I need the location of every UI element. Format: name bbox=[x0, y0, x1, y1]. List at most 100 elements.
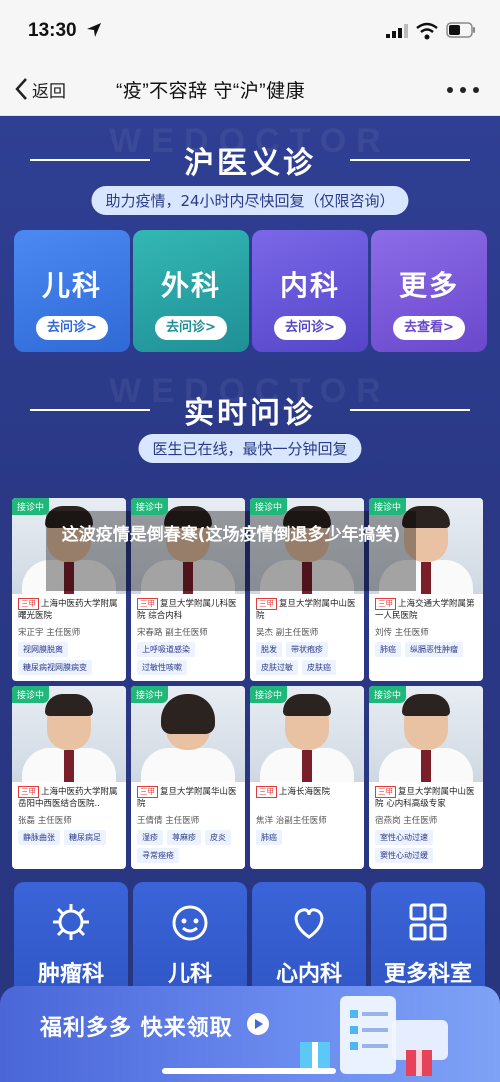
specialty-chips: 湿疹 荨麻疹 皮炎寻常痤疮 bbox=[137, 830, 241, 863]
hospital-name: 三甲 复旦大学附属儿科医院 综合内科 bbox=[137, 598, 241, 622]
back-label: 返回 bbox=[32, 81, 66, 102]
specialty-chip[interactable]: 糖尿病视网膜病变 bbox=[18, 660, 92, 675]
hospital-name: 三甲 复旦大学附属中山医院 bbox=[256, 598, 360, 622]
specialty-chip[interactable]: 湿疹 bbox=[137, 830, 163, 845]
doctor-name: 吴杰 副主任医师 bbox=[256, 628, 319, 638]
category-name: 肿瘤科 bbox=[37, 962, 104, 987]
caption-overlay: 这波疫情是倒春寒(这场疫情倒退多少年搞笑) bbox=[46, 511, 416, 591]
dept-name: 儿科 bbox=[41, 269, 102, 302]
heart-icon bbox=[294, 908, 324, 939]
specialty-chips: 肺癌 bbox=[256, 830, 360, 845]
doctor-photo: 接诊中 bbox=[250, 686, 364, 782]
more-options-icon[interactable] bbox=[446, 86, 480, 94]
specialty-chips: 肺癌 纵膈恶性肿瘤 bbox=[375, 642, 479, 657]
specialty-chip[interactable]: 静脉曲张 bbox=[18, 830, 60, 845]
specialty-chip[interactable]: 荨麻疹 bbox=[167, 830, 201, 845]
grade-tag: 三甲 bbox=[256, 786, 277, 798]
specialty-chip[interactable]: 寻常痤疮 bbox=[137, 848, 179, 863]
specialty-chip[interactable]: 糖尿病足 bbox=[64, 830, 106, 845]
specialty-chip[interactable]: 皮肤过敏 bbox=[256, 660, 298, 675]
consult-button[interactable]: 去问诊> bbox=[36, 316, 108, 340]
specialty-chip[interactable]: 肺癌 bbox=[375, 642, 401, 657]
specialty-chips: 视网膜脱离糖尿病视网膜病变 bbox=[18, 642, 122, 675]
doctor-photo: 接诊中 bbox=[131, 686, 245, 782]
grid-icon bbox=[409, 903, 447, 941]
specialty-chips: 上呼吸道感染 过敏性咳嗽 bbox=[137, 642, 241, 675]
dept-card-surgery[interactable]: 外科 去问诊> bbox=[133, 230, 249, 352]
doctor-photo: 接诊中 bbox=[12, 686, 126, 782]
dept-name: 外科 bbox=[160, 269, 221, 302]
coat bbox=[141, 748, 235, 782]
specialty-chip[interactable]: 窦性心动过缓 bbox=[375, 848, 433, 863]
hospital-name: 三甲 上海中医药大学附属岳阳中西医结合医院.. bbox=[18, 786, 122, 810]
specialty-chips: 静脉曲张 糖尿病足 bbox=[18, 830, 122, 845]
specialty-chip[interactable]: 肺癌 bbox=[256, 830, 282, 845]
status-time: 13:30 bbox=[28, 20, 77, 41]
page-title: “疫”不容辞 守“沪”健康 bbox=[116, 81, 306, 102]
chevron-left-icon bbox=[15, 78, 27, 100]
hair bbox=[161, 694, 215, 734]
status-bar: 13:30 bbox=[0, 0, 500, 62]
specialty-chip[interactable]: 皮肤癌 bbox=[302, 660, 336, 675]
specialty-chip[interactable]: 过敏性咳嗽 bbox=[137, 660, 187, 675]
hospital-name: 三甲 上海中医药大学附属曙光医院 bbox=[18, 598, 122, 622]
view-button[interactable]: 去查看> bbox=[393, 316, 465, 340]
play-circle-icon[interactable] bbox=[246, 1012, 270, 1036]
specialty-chip[interactable]: 皮炎 bbox=[205, 830, 231, 845]
navigation-bar: 返回 “疫”不容辞 守“沪”健康 bbox=[0, 62, 500, 116]
tie bbox=[421, 562, 431, 594]
hair bbox=[283, 694, 331, 716]
tie bbox=[302, 750, 312, 782]
dept-card-more[interactable]: 更多 去查看> bbox=[371, 230, 487, 352]
doctor-name: 刘传 主任医师 bbox=[375, 628, 429, 638]
specialty-chip[interactable]: 纵膈恶性肿瘤 bbox=[405, 642, 463, 657]
grade-tag: 三甲 bbox=[375, 598, 396, 610]
doctor-card[interactable]: 接诊中 三甲 复旦大学附属中山医院 心内科高级专家 宿燕岗 主任医师 室性心动过速… bbox=[369, 686, 483, 869]
consult-button[interactable]: 去问诊> bbox=[274, 316, 346, 340]
doctor-card[interactable]: 接诊中 三甲 上海长海医院 焦洋 治副主任医师 肺癌 bbox=[250, 686, 364, 869]
battery-icon bbox=[446, 22, 475, 38]
live-badge: 接诊中 bbox=[250, 686, 288, 703]
doctor-card[interactable]: 接诊中 三甲 上海中医药大学附属岳阳中西医结合医院.. 张磊 主任医师 静脉曲张糖… bbox=[12, 686, 126, 869]
live-title: 实时问诊 bbox=[184, 396, 316, 431]
doctor-name: 焦洋 治副主任医师 bbox=[256, 816, 327, 826]
hero-title: 沪医义诊 bbox=[184, 146, 316, 181]
doctor-photo: 接诊中 bbox=[369, 686, 483, 782]
specialty-chip[interactable]: 脱发 bbox=[256, 642, 282, 657]
main-content[interactable]: WEDOCTOR 沪医义诊 助力疫情，24小时内尽快回复（仅限咨询） 儿科 去问… bbox=[0, 116, 500, 1082]
hospital-name: 三甲 上海长海医院 bbox=[256, 786, 360, 798]
tie bbox=[64, 750, 74, 782]
specialty-chip[interactable]: 带状疱疹 bbox=[286, 642, 328, 657]
hospital-name: 三甲 复旦大学附属华山医院 bbox=[137, 786, 241, 810]
live-badge: 接诊中 bbox=[369, 686, 407, 703]
wifi-icon bbox=[416, 22, 438, 40]
live-badge: 接诊中 bbox=[12, 498, 50, 515]
home-indicator bbox=[162, 1068, 336, 1074]
hospital-name: 三甲 复旦大学附属中山医院 心内科高级专家 bbox=[375, 786, 479, 810]
specialty-chip[interactable]: 上呼吸道感染 bbox=[137, 642, 195, 657]
doctor-card[interactable]: 接诊中 三甲 复旦大学附属华山医院 王倩倩 主任医师 湿疹 荨麻疹 皮炎 寻常痤疮 bbox=[131, 686, 245, 869]
gift-illustration-icon bbox=[300, 996, 448, 1076]
live-badge: 接诊中 bbox=[369, 498, 407, 515]
hospital-name: 三甲 上海交通大学附属第一人民医院 bbox=[375, 598, 479, 622]
specialty-chips: 脱发 带状疱疹皮肤过敏 皮肤癌 bbox=[256, 642, 360, 675]
doctor-name: 宋正宇 主任医师 bbox=[18, 628, 81, 638]
grade-tag: 三甲 bbox=[137, 598, 158, 610]
category-name: 心内科 bbox=[275, 962, 342, 987]
specialty-chip[interactable]: 室性心动过速 bbox=[375, 830, 433, 845]
live-badge: 接诊中 bbox=[131, 686, 169, 703]
doctor-name: 宿燕岗 主任医师 bbox=[375, 816, 438, 826]
doctor-name: 宋春路 副主任医师 bbox=[137, 628, 208, 638]
location-arrow-icon bbox=[87, 23, 101, 37]
hospital-text: 上海长海医院 bbox=[279, 787, 331, 797]
cellular-signal-icon bbox=[386, 24, 408, 38]
back-button[interactable]: 返回 bbox=[14, 74, 66, 104]
consult-button[interactable]: 去问诊> bbox=[155, 316, 227, 340]
category-name: 更多科室 bbox=[383, 962, 472, 987]
grade-tag: 三甲 bbox=[137, 786, 158, 798]
virus-icon bbox=[53, 904, 89, 940]
promo-text: 福利多多 快来领取 bbox=[40, 1016, 233, 1041]
dept-card-internal-medicine[interactable]: 内科 去问诊> bbox=[252, 230, 368, 352]
dept-card-pediatrics[interactable]: 儿科 去问诊> bbox=[14, 230, 130, 352]
specialty-chip[interactable]: 视网膜脱离 bbox=[18, 642, 68, 657]
